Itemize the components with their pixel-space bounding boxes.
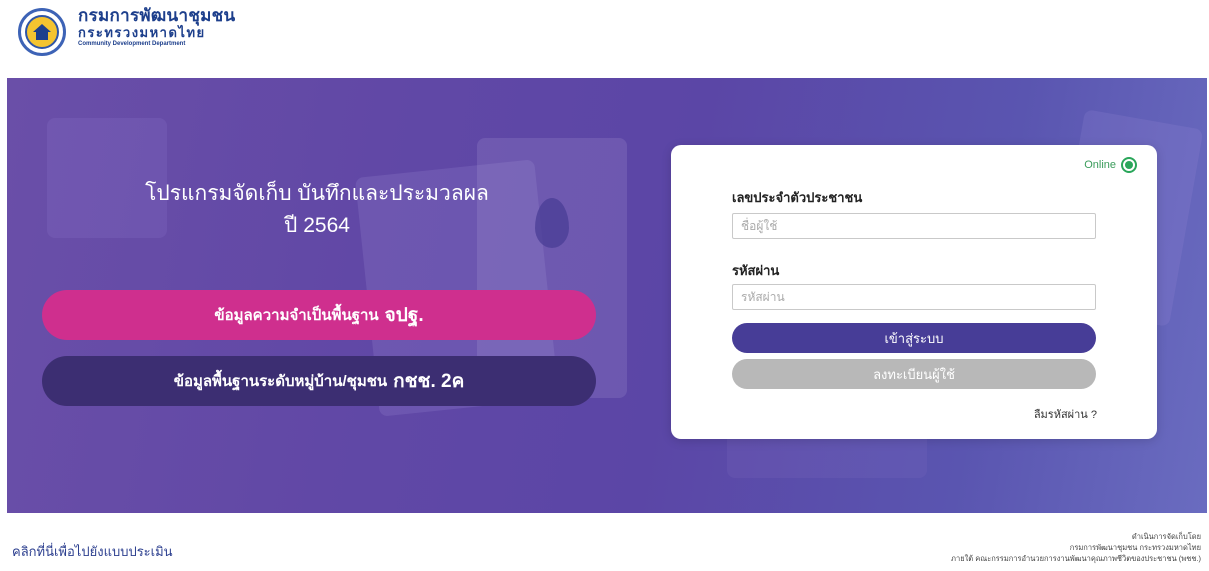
jpt-data-button[interactable]: ข้อมูลความจำเป็นพื้นฐาน จปฐ.: [42, 290, 596, 340]
login-card: Online เลขประจำตัวประชาชน รหัสผ่าน เข้าส…: [671, 145, 1157, 439]
ksc-button-abbr: กชช. 2ค: [393, 371, 465, 392]
ksc-data-button[interactable]: ข้อมูลพื้นฐานระดับหมู่บ้าน/ชุมชน กชช. 2ค: [42, 356, 596, 406]
citizen-id-label: เลขประจำตัวประชาชน: [732, 190, 863, 205]
site-header: กรมการพัฒนาชุมชน กระทรวงมหาดไทย Communit…: [0, 0, 1209, 78]
program-title-line1: โปรแกรมจัดเก็บ บันทึกและประมวลผล: [145, 182, 489, 205]
password-input[interactable]: [732, 284, 1096, 310]
password-label: รหัสผ่าน: [732, 263, 780, 278]
jpt-button-label: ข้อมูลความจำเป็นพื้นฐาน: [214, 307, 379, 324]
department-logo-icon: [18, 8, 66, 56]
register-button[interactable]: ลงทะเบียนผู้ใช้: [732, 359, 1096, 389]
jpt-button-abbr: จปฐ.: [384, 305, 424, 326]
login-button[interactable]: เข้าสู่ระบบ: [732, 323, 1096, 353]
logo-text: กรมการพัฒนาชุมชน กระทรวงมหาดไทย Communit…: [78, 6, 235, 49]
online-radio-icon: [1121, 157, 1137, 173]
status-text: Online: [1084, 159, 1116, 171]
username-input[interactable]: [732, 213, 1096, 239]
footer-credits: ดำเนินการจัดเก็บโดย กรมการพัฒนาชุมชน กระ…: [951, 531, 1201, 564]
forgot-password-link[interactable]: ลืมรหัสผ่าน ?: [1034, 405, 1097, 423]
program-title-line2: ปี 2564: [284, 214, 350, 237]
connection-status: Online: [1084, 157, 1137, 173]
org-name-th: กรมการพัฒนาชุมชน: [78, 6, 236, 25]
footer-credit-line3: ภายใต้ คณะกรรมการอำนวยการงานพัฒนาคุณภาพช…: [951, 554, 1201, 563]
ksc-button-label: ข้อมูลพื้นฐานระดับหมู่บ้าน/ชุมชน: [173, 373, 388, 390]
ministry-name-th: กระทรวงมหาดไทย: [78, 25, 206, 40]
org-name-en: Community Development Department: [78, 41, 186, 47]
footer-credit-line1: ดำเนินการจัดเก็บโดย: [1131, 532, 1201, 541]
evaluation-link[interactable]: คลิกที่นี่เพื่อไปยังแบบประเมิน: [12, 541, 173, 562]
footer-credit-line2: กรมการพัฒนาชุมชน กระทรวงมหาดไทย: [1069, 543, 1201, 552]
program-title: โปรแกรมจัดเก็บ บันทึกและประมวลผล ปี 2564: [117, 178, 517, 242]
